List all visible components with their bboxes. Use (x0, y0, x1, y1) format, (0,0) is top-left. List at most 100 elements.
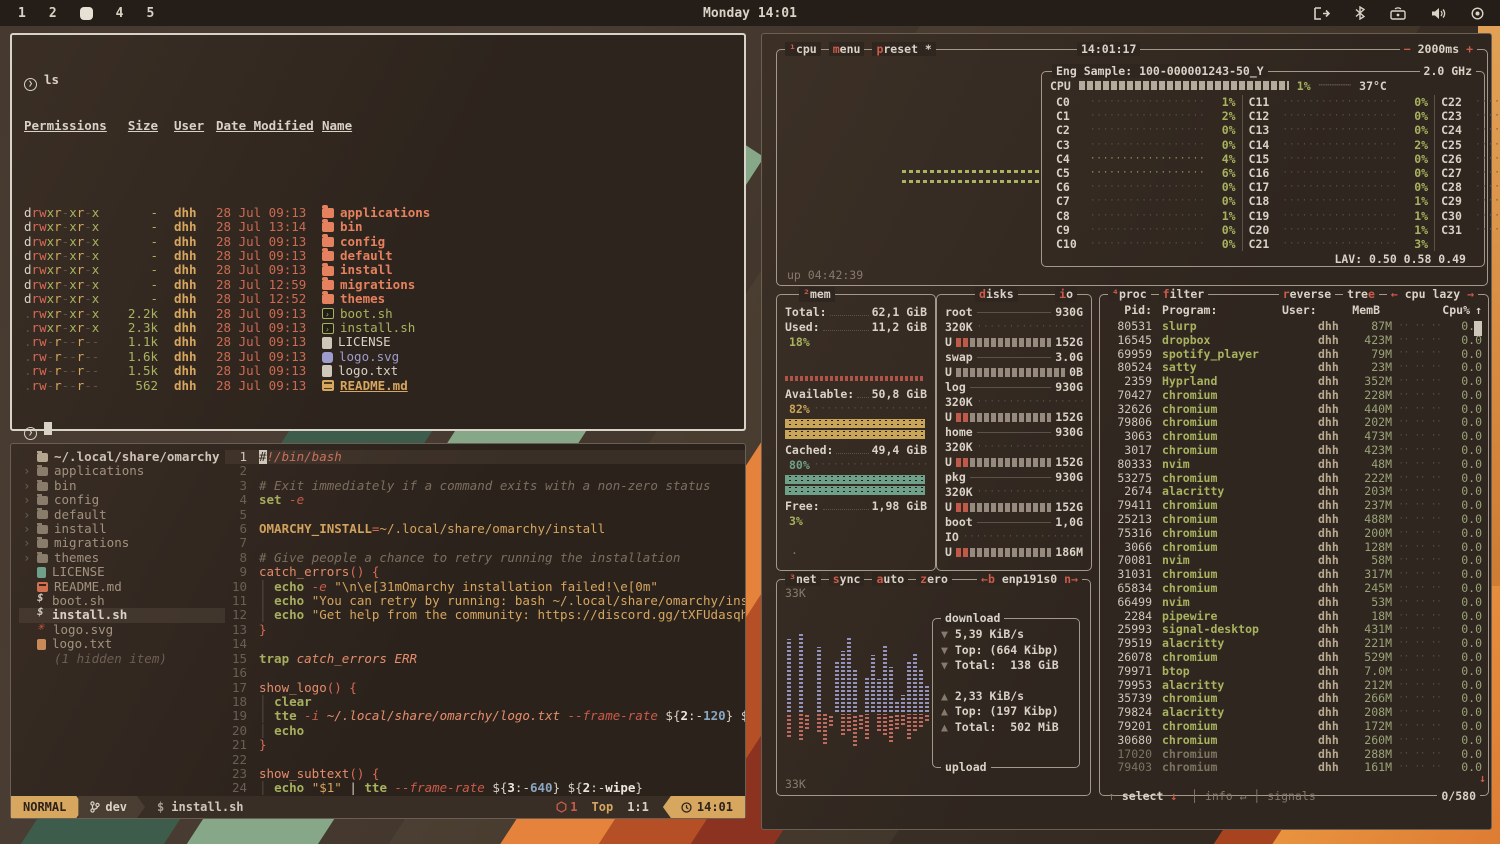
interface-switcher[interactable]: ←b enp191s0 n→ (977, 572, 1082, 586)
tab-mem[interactable]: ²mem (799, 287, 835, 302)
zero-button[interactable]: zero (916, 572, 952, 586)
btop-window[interactable]: ¹cpu menu preset * 14:01:17 − 2000ms + E… (761, 33, 1492, 830)
tree-item[interactable]: › bin (19, 479, 225, 493)
tab-proc[interactable]: ⁴proc (1108, 287, 1151, 301)
tree-item[interactable]: boot.sh (19, 594, 225, 608)
sync-button[interactable]: sync (829, 572, 865, 586)
io-button[interactable]: io (1055, 287, 1077, 302)
process-row[interactable]: 26078 chromium dhh 529M ·· ·· ·· 0.0 (1106, 650, 1482, 664)
filter-button[interactable]: filter (1159, 287, 1209, 301)
line-number: 12 (225, 608, 259, 622)
terminal-window-ls[interactable]: ❯ls Permissions Size User Date Modified … (10, 33, 746, 431)
process-row[interactable]: 2359 Hyprland dhh 352M ·· ·· ·· 0.0 (1106, 374, 1482, 388)
upload-stat: ▲ 2,33 KiB/s (941, 689, 1071, 705)
process-row[interactable]: 69959 spotify_player dhh 79M ·· ·· ·· 0.… (1106, 347, 1482, 361)
tree-item[interactable]: › migrations (19, 536, 225, 550)
file-type-icon (322, 222, 334, 232)
sort-direction-icon[interactable]: ↑ (1470, 303, 1482, 319)
tree-item[interactable]: › applications (19, 464, 225, 478)
process-row[interactable]: 79971 btop dhh 7.0M ·· ·· ·· 0.0 (1106, 664, 1482, 678)
process-row[interactable]: 25993 signal-desktop dhh 431M ·· ·· ·· 0… (1106, 623, 1482, 637)
scroll-position: Top (592, 800, 614, 814)
tree-item[interactable]: › install (19, 522, 225, 536)
code-line: 1 #!/bin/bash (225, 450, 745, 464)
process-header[interactable]: Pid: Program: User: MemB Cpu% ↑ (1106, 303, 1482, 319)
process-row[interactable]: 35739 chromium dhh 266M ·· ·· ·· 0.0 (1106, 692, 1482, 706)
cpu-graph-line (902, 170, 1040, 173)
process-row[interactable]: 79806 chromium dhh 202M ·· ·· ·· 0.0 (1106, 416, 1482, 430)
prompt-line-empty[interactable]: ❯ (24, 422, 732, 440)
code-editor[interactable]: 1 #!/bin/bash 2 3 # Exit immediately if … (225, 444, 745, 796)
scroll-down-icon[interactable]: ↓ (1479, 771, 1486, 785)
process-row[interactable]: 3017 chromium dhh 423M ·· ·· ·· 0.0 (1106, 443, 1482, 457)
process-row[interactable]: 79824 alacritty dhh 208M ·· ·· ·· 0.0 (1106, 705, 1482, 719)
sort-column-selector[interactable]: ← cpu lazy → (1387, 287, 1478, 301)
tree-item[interactable]: › default (19, 508, 225, 522)
core-row: C11··················0% (1249, 95, 1429, 109)
process-row[interactable]: 79519 alacritty dhh 221M ·· ·· ·· 0.0 (1106, 636, 1482, 650)
cpu-panel: ¹cpu menu preset * 14:01:17 − 2000ms + E… (776, 49, 1488, 286)
process-row[interactable]: 25213 chromium dhh 488M ·· ·· ·· 0.0 (1106, 512, 1482, 526)
download-stat: ▼ 5,39 KiB/s (941, 627, 1071, 643)
tree-item[interactable]: LICENSE (19, 565, 225, 579)
neovim-window[interactable]: ~/.local/share/omarchy › applications › … (10, 443, 746, 819)
download-label: download (941, 611, 1004, 627)
tree-item[interactable]: logo.txt (19, 637, 225, 651)
process-row[interactable]: 3063 chromium dhh 473M ·· ·· ·· 0.0 (1106, 429, 1482, 443)
process-row[interactable]: 75316 chromium dhh 200M ·· ·· ·· 0.0 (1106, 526, 1482, 540)
process-row[interactable]: 80333 nvim dhh 48M ·· ·· ·· 0.0 (1106, 457, 1482, 471)
process-row[interactable]: 79201 chromium dhh 172M ·· ·· ·· 0.0 (1106, 719, 1482, 733)
chevron-right-icon: › (23, 464, 31, 478)
tree-item[interactable]: README.md (19, 580, 225, 594)
tree-button[interactable]: tree (1343, 287, 1379, 301)
process-list[interactable]: 80531 slurp dhh 87M ·· ·· ·· 0.0 16545 d… (1106, 319, 1482, 777)
menu-button[interactable]: menu (829, 42, 865, 56)
process-row[interactable]: 30680 chromium dhh 260M ·· ·· ·· 0.0 (1106, 733, 1482, 747)
process-row[interactable]: 79953 alacritty dhh 212M ·· ·· ·· 0.0 (1106, 678, 1482, 692)
disk-entry: boot1,0G IO···················· U186M (945, 515, 1083, 560)
process-row[interactable]: 2674 alacritty dhh 203M ·· ·· ·· 0.0 (1106, 485, 1482, 499)
process-row[interactable]: 66499 nvim dhh 53M ·· ·· ·· 0.0 (1106, 595, 1482, 609)
process-row[interactable]: 16545 dropbox dhh 423M ·· ·· ·· 0.0 (1106, 333, 1482, 347)
chevron-right-icon (23, 608, 31, 622)
tree-item[interactable]: logo.svg (19, 623, 225, 637)
core-row: C2··················0% (1056, 123, 1236, 137)
preset-button[interactable]: preset * (872, 42, 935, 56)
tab-disks[interactable]: disks (975, 287, 1018, 302)
process-row[interactable]: 80524 satty dhh 23M ·· ·· ·· 0.0 (1106, 360, 1482, 374)
update-interval[interactable]: − 2000ms + (1400, 42, 1477, 56)
tree-item-icon (37, 626, 47, 635)
core-row: C9··················0% (1056, 223, 1236, 237)
line-number: 6 (225, 522, 259, 536)
disk-entry: home930G 320K···················· U152G (945, 425, 1083, 470)
process-row[interactable]: 79411 chromium dhh 237M ·· ·· ·· 0.0 (1106, 498, 1482, 512)
core-row: C13··················0% (1249, 123, 1429, 137)
process-row[interactable]: 70427 chromium dhh 228M ·· ·· ·· 0.0 (1106, 388, 1482, 402)
process-row[interactable]: 79403 chromium dhh 161M ·· ·· ·· 0.0 (1106, 761, 1482, 775)
process-scrollbar[interactable] (1474, 321, 1482, 336)
reverse-button[interactable]: reverse (1279, 287, 1335, 301)
tree-item[interactable]: (1 hidden item) (19, 652, 225, 666)
line-number: 8 (225, 551, 259, 565)
process-footer-keys[interactable]: ↑ select ↓ │ info ↵ │ signals (1108, 789, 1316, 803)
memory-panel: ²mem Total:62,1 GiB Used:11,2 GiB 18% Av… (776, 294, 936, 571)
process-row[interactable]: 53275 chromium dhh 222M ·· ·· ·· 0.0 (1106, 471, 1482, 485)
cursor-position: 1:1 (627, 800, 649, 814)
tree-item[interactable]: › config (19, 493, 225, 507)
process-row[interactable]: 3066 chromium dhh 128M ·· ·· ·· 0.0 (1106, 540, 1482, 554)
process-row[interactable]: 17020 chromium dhh 288M ·· ·· ·· 0.0 (1106, 747, 1482, 761)
file-type-icon (322, 380, 334, 391)
tab-net[interactable]: ³net (785, 572, 821, 586)
auto-button[interactable]: auto (872, 572, 908, 586)
chevron-right-icon (23, 565, 31, 579)
tree-item[interactable]: install.sh (19, 608, 225, 622)
tree-item[interactable]: ~/.local/share/omarchy (19, 450, 225, 464)
process-row[interactable]: 65834 chromium dhh 245M ·· ·· ·· 0.0 (1106, 581, 1482, 595)
process-row[interactable]: 2284 pipewire dhh 18M ·· ·· ·· 0.0 (1106, 609, 1482, 623)
process-row[interactable]: 80531 slurp dhh 87M ·· ·· ·· 0.0 (1106, 319, 1482, 333)
tab-cpu[interactable]: ¹cpu (785, 42, 821, 56)
process-row[interactable]: 70081 nvim dhh 58M ·· ·· ·· 0.0 (1106, 554, 1482, 568)
process-row[interactable]: 32626 chromium dhh 440M ·· ·· ·· 0.0 (1106, 402, 1482, 416)
process-row[interactable]: 31031 chromium dhh 317M ·· ·· ·· 0.0 (1106, 567, 1482, 581)
tree-item[interactable]: › themes (19, 551, 225, 565)
